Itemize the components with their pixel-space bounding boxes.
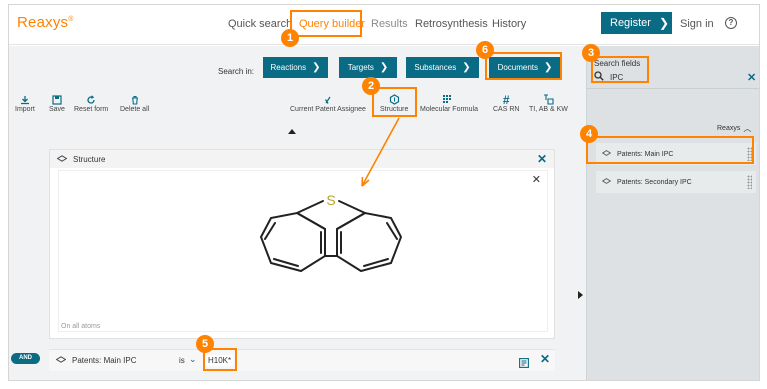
- chevron-right-icon: ❯: [658, 16, 670, 30]
- callout-number-2: 2: [362, 77, 380, 95]
- collapse-toolbar-caret-icon[interactable]: [288, 129, 296, 134]
- operator-label: is: [179, 356, 185, 365]
- search-icon: [594, 71, 604, 83]
- top-nav: Reaxys® Quick search Query builder Resul…: [9, 5, 759, 45]
- sign-in-link[interactable]: Sign in: [680, 18, 714, 30]
- nav-results[interactable]: Results: [371, 18, 408, 30]
- divider: [587, 88, 759, 89]
- save-icon: [52, 93, 62, 106]
- field-item-patents-main-ipc[interactable]: Patents: Main IPC: [596, 143, 756, 165]
- operator-dropdown-chevron-icon[interactable]: ⌄: [189, 354, 197, 365]
- reset-icon: [86, 93, 96, 106]
- search-in-documents-button[interactable]: Documents ❯: [489, 57, 561, 78]
- help-icon[interactable]: ?: [725, 17, 737, 29]
- hash-icon: #: [502, 92, 510, 107]
- current-patent-assignee-tool[interactable]: Current Patent Assignee: [290, 93, 366, 113]
- chevron-right-icon: ❯: [379, 62, 389, 73]
- structure-icon: [389, 93, 400, 106]
- edit-list-icon[interactable]: [519, 355, 529, 373]
- save-button[interactable]: Save: [49, 93, 65, 113]
- clear-search-icon[interactable]: ✕: [747, 71, 756, 84]
- field-item-patents-secondary-ipc[interactable]: Patents: Secondary IPC: [596, 171, 756, 193]
- sulfur-atom-label: S: [326, 192, 335, 208]
- structure-panel-title: Structure: [73, 154, 106, 164]
- eye-icon: [601, 150, 612, 158]
- callout-number-5: 5: [196, 335, 214, 353]
- query-builder-pane: Search in: Reactions ❯ Targets ❯ Substance…: [9, 46, 586, 380]
- formula-icon: [443, 93, 454, 106]
- search-in-substances-button[interactable]: Substances ❯: [406, 57, 479, 78]
- register-button[interactable]: Register ❯: [601, 12, 672, 34]
- eye-icon: [601, 178, 612, 186]
- dibenzothiophene-structure: S: [259, 192, 403, 273]
- nav-query-builder[interactable]: Query builder: [299, 18, 365, 30]
- nav-history[interactable]: History: [492, 18, 526, 30]
- delete-all-button[interactable]: Delete all: [120, 93, 149, 113]
- chevron-right-icon: ❯: [312, 62, 321, 73]
- search-fields-pane: Search fields IPC ✕ Reaxys ︿ Patents: Mai…: [578, 46, 759, 380]
- on-all-atoms-label: On all atoms: [61, 323, 101, 330]
- search-fields-input[interactable]: IPC: [594, 70, 754, 84]
- query-field-label: Patents: Main IPC: [55, 356, 136, 365]
- download-icon: [20, 93, 30, 106]
- close-structure-panel-icon[interactable]: ✕: [537, 152, 547, 166]
- chevron-right-icon: ❯: [544, 62, 553, 73]
- remove-query-row-icon[interactable]: ✕: [540, 352, 550, 366]
- callout-number-3: 3: [582, 44, 600, 62]
- structure-panel: Structure ✕ ✕ S On all atoms: [49, 149, 555, 339]
- cas-rn-tool[interactable]: # CAS RN: [493, 92, 519, 114]
- text-icon: [543, 93, 554, 106]
- import-button[interactable]: Import: [15, 93, 35, 113]
- ti-ab-kw-tool[interactable]: TI, AB & KW: [529, 93, 568, 113]
- reset-form-button[interactable]: Reset form: [74, 93, 108, 113]
- drag-handle-icon[interactable]: [747, 147, 752, 161]
- nav-quick-search[interactable]: Quick search: [228, 18, 292, 30]
- nav-retrosynthesis[interactable]: Retrosynthesis: [415, 18, 488, 30]
- search-in-reactions-button[interactable]: Reactions ❯: [263, 57, 328, 78]
- active-tab-underline: [297, 35, 359, 37]
- field-group-reaxys[interactable]: Reaxys ︿: [717, 123, 751, 134]
- structure-panel-header: Structure ✕: [50, 150, 554, 168]
- callout-number-1: 1: [281, 29, 299, 47]
- structure-tool[interactable]: Structure: [380, 93, 408, 113]
- structure-drawing-canvas[interactable]: ✕ S On all atoms: [58, 170, 548, 332]
- and-connector-badge[interactable]: AND: [11, 353, 40, 364]
- expand-pane-caret-icon[interactable]: [578, 291, 583, 299]
- drag-handle-icon[interactable]: [747, 175, 752, 189]
- molecular-formula-tool[interactable]: Molecular Formula: [420, 93, 478, 113]
- search-in-targets-button[interactable]: Targets ❯: [339, 57, 397, 78]
- chevron-up-icon: ︿: [743, 124, 752, 133]
- app-window: Reaxys® Quick search Query builder Resul…: [8, 4, 760, 381]
- patent-icon: [323, 93, 333, 106]
- query-field-row: Patents: Main IPC is ⌄ H10K* ✕: [49, 349, 555, 371]
- eye-icon[interactable]: [56, 154, 68, 164]
- search-in-label: Search in:: [218, 67, 255, 76]
- callout-number-6: 6: [476, 41, 494, 59]
- trash-icon: [130, 93, 140, 106]
- reaxys-logo[interactable]: Reaxys®: [17, 14, 74, 31]
- query-value-input[interactable]: H10K*: [206, 355, 234, 366]
- chevron-right-icon: ❯: [462, 62, 471, 73]
- callout-number-4: 4: [580, 125, 598, 143]
- search-fields-label: Search fields: [594, 59, 641, 68]
- eye-icon[interactable]: [55, 356, 67, 365]
